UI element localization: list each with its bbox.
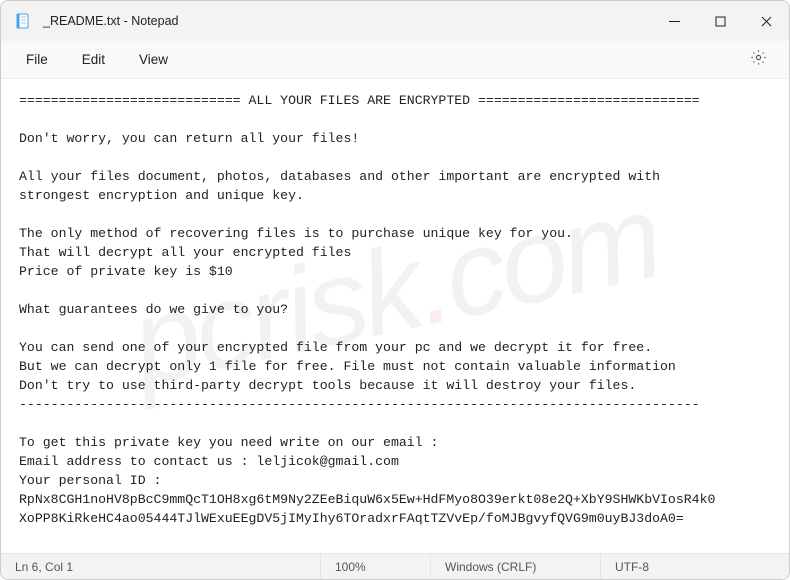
content-line: strongest encryption and unique key. xyxy=(19,188,304,203)
content-line: Don't worry, you can return all your fil… xyxy=(19,131,359,146)
menubar: File Edit View xyxy=(1,41,789,79)
menu-file[interactable]: File xyxy=(9,44,65,75)
content-line: But we can decrypt only 1 file for free.… xyxy=(19,359,676,374)
content-line: That will decrypt all your encrypted fil… xyxy=(19,245,351,260)
settings-button[interactable] xyxy=(744,43,781,77)
content-line: You can send one of your encrypted file … xyxy=(19,340,652,355)
status-encoding: UTF-8 xyxy=(601,554,789,579)
window-title: _README.txt - Notepad xyxy=(43,14,178,28)
content-line: Email address to contact us : leljicok@g… xyxy=(19,454,399,469)
content-line: ----------------------------------------… xyxy=(19,397,700,412)
content-line: The only method of recovering files is t… xyxy=(19,226,573,241)
text-editor-content[interactable]: ============================ ALL YOUR FI… xyxy=(1,79,789,553)
content-line: Don't try to use third-party decrypt too… xyxy=(19,378,636,393)
close-button[interactable] xyxy=(743,1,789,41)
status-zoom: 100% xyxy=(321,554,431,579)
titlebar: _README.txt - Notepad xyxy=(1,1,789,41)
content-line: Your personal ID : xyxy=(19,473,161,488)
notepad-icon xyxy=(15,13,31,29)
notepad-window: _README.txt - Notepad File Edit View ===… xyxy=(0,0,790,580)
content-line: Price of private key is $10 xyxy=(19,264,233,279)
content-line: To get this private key you need write o… xyxy=(19,435,438,450)
menu-edit[interactable]: Edit xyxy=(65,44,122,75)
status-cursor-position: Ln 6, Col 1 xyxy=(1,554,321,579)
menu-view[interactable]: View xyxy=(122,44,185,75)
window-controls xyxy=(651,1,789,41)
content-line: ============================ ALL YOUR FI… xyxy=(19,93,700,108)
statusbar: Ln 6, Col 1 100% Windows (CRLF) UTF-8 xyxy=(1,553,789,579)
content-line: XoPP8KiRkeHC4ao05444TJlWExuEEgDV5jIMyIhy… xyxy=(19,511,684,526)
minimize-button[interactable] xyxy=(651,1,697,41)
content-line: RpNx8CGH1noHV8pBcC9mmQcT1OH8xg6tM9Ny2ZEe… xyxy=(19,492,715,507)
content-line: What guarantees do we give to you? xyxy=(19,302,288,317)
status-line-ending: Windows (CRLF) xyxy=(431,554,601,579)
maximize-button[interactable] xyxy=(697,1,743,41)
content-line: All your files document, photos, databas… xyxy=(19,169,660,184)
